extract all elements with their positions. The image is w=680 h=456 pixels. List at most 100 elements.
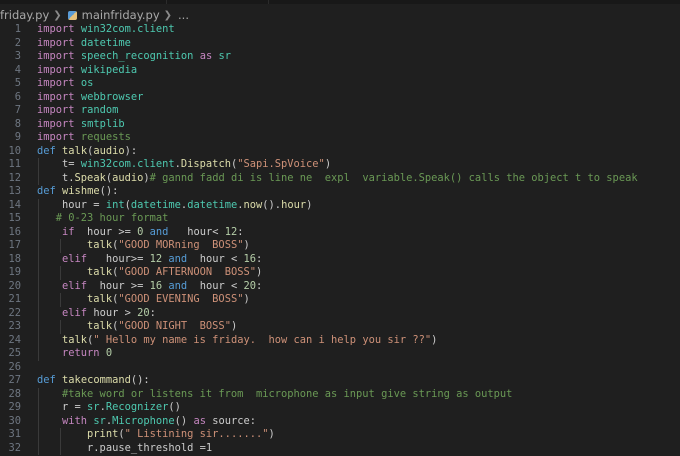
code-token: datetime — [187, 198, 238, 211]
code-line[interactable]: 10 def talk(audio): — [0, 145, 680, 159]
code-token: datetime — [80, 36, 131, 49]
code-line[interactable]: 23 talk("GOOD NIGHT BOSS") — [0, 320, 680, 334]
code-line[interactable]: 13 def wishme(): — [0, 185, 680, 199]
code-editor[interactable]: 1 import win32com.client 2 import datetime 3… — [0, 22, 680, 456]
code-token: (): — [130, 374, 150, 386]
line-number: 8 — [14, 117, 21, 130]
chevron-right-icon: ❯ — [163, 9, 173, 21]
code-token: talk — [62, 333, 88, 346]
breadcrumb-symbol[interactable]: ... — [178, 8, 189, 22]
code-token: import — [37, 117, 75, 130]
code-token: ) — [431, 333, 438, 346]
code-text: talk("GOOD EVENING BOSS") — [37, 293, 250, 307]
code-token: 16 — [149, 279, 163, 292]
code-token: 20 — [137, 306, 150, 319]
code-line[interactable]: 32 r.pause_threshold =1 — [0, 442, 680, 456]
line-number: 5 — [14, 77, 21, 89]
code-token: random — [80, 104, 119, 116]
breadcrumb-file[interactable]: mainfriday.py — [82, 8, 160, 22]
code-text: def wishme(): — [37, 185, 118, 199]
code-line[interactable]: 1 import win32com.client — [0, 23, 680, 37]
code-token: 12 — [224, 225, 238, 238]
code-line[interactable]: 31 print(" Listining sir.......") — [0, 428, 680, 442]
line-number: 26 — [8, 360, 21, 373]
code-token: # 0-23 hour format — [37, 212, 169, 224]
code-line[interactable]: 5 import os — [0, 77, 680, 91]
code-line[interactable]: 2 import datetime — [0, 37, 680, 51]
line-number: 16 — [8, 225, 21, 238]
code-text: import datetime — [37, 37, 131, 51]
line-number: 31 — [8, 428, 21, 440]
code-token: return — [62, 347, 100, 359]
code-text: import random — [37, 104, 118, 118]
code-token: requests — [80, 131, 131, 143]
code-line[interactable]: 18 elif hour>= 12 and hour < 16: — [0, 253, 680, 267]
code-token: source: — [205, 414, 257, 427]
line-number: 13 — [8, 185, 21, 197]
code-line[interactable]: 22 elif hour > 20: — [0, 307, 680, 321]
code-text: return 0 — [37, 347, 112, 361]
code-line[interactable]: 21 talk("GOOD EVENING BOSS") — [0, 293, 680, 307]
code-line[interactable]: 9 import requests — [0, 131, 680, 145]
code-line[interactable]: 26 — [0, 361, 680, 375]
code-token: : — [237, 225, 244, 238]
code-token: wikipedia — [80, 63, 138, 76]
code-line[interactable]: 25 return 0 — [0, 347, 680, 361]
indent-guide — [60, 293, 61, 307]
code-token: ) — [243, 239, 250, 251]
code-line[interactable]: 7 import random — [0, 104, 680, 118]
code-line[interactable]: 14 hour = int(datetime.datetime.now().ho… — [0, 199, 680, 213]
code-token: "GOOD NIGHT BOSS" — [118, 320, 231, 332]
indent-guide — [38, 198, 39, 361]
code-text: # 0-23 hour format — [37, 212, 169, 226]
code-text: import webbrowser — [37, 91, 143, 105]
breadcrumb-folder[interactable]: friday.py — [0, 8, 49, 22]
line-number: 29 — [8, 401, 21, 413]
code-line[interactable]: 12 t.Speak(audio)# gannd fadd di is line… — [0, 172, 680, 186]
code-line[interactable]: 4 import wikipedia — [0, 64, 680, 78]
code-line[interactable]: 24 talk(" Hello my name is friday. how c… — [0, 334, 680, 348]
code-text: talk(" Hello my name is friday. how can … — [37, 334, 437, 348]
code-line[interactable]: 30 with sr.Microphone() as source: — [0, 415, 680, 429]
code-token: audio — [112, 171, 144, 184]
line-number: 6 — [14, 90, 21, 103]
line-number: 19 — [8, 266, 21, 278]
code-token: hour< — [168, 225, 225, 238]
line-number: 10 — [8, 144, 21, 157]
code-line[interactable]: 27 def takecommand(): — [0, 374, 680, 388]
code-line[interactable]: 29 r = sr.Recognizer() — [0, 401, 680, 415]
code-token: Microphone — [112, 414, 175, 427]
code-line[interactable]: 20 elif hour >= 16 and hour < 20: — [0, 280, 680, 294]
code-token: audio — [93, 144, 125, 157]
line-number: 17 — [8, 239, 21, 251]
code-token: sr — [93, 414, 106, 427]
code-token: talk — [62, 144, 88, 157]
code-line[interactable]: 6 import webbrowser — [0, 91, 680, 105]
line-number: 9 — [14, 131, 21, 143]
line-number: 1 — [14, 23, 21, 35]
code-token: 12 — [149, 252, 163, 265]
code-line[interactable]: 3 import speech_recognition as sr — [0, 50, 680, 64]
code-line[interactable]: 8 import smtplib — [0, 118, 680, 132]
code-line[interactable]: 11 t= win32com.client.Dispatch("Sapi.SpV… — [0, 158, 680, 172]
code-token: elif — [62, 279, 88, 292]
code-token: " Listining sir......." — [124, 428, 269, 440]
code-token: and — [149, 225, 169, 238]
code-token: import — [37, 36, 75, 49]
line-number: 14 — [8, 198, 21, 211]
code-line[interactable]: 16 if hour >= 0 and hour< 12: — [0, 226, 680, 240]
code-line[interactable]: 19 talk("GOOD AFTERNOON BOSS") — [0, 266, 680, 280]
code-token: : — [256, 279, 263, 292]
code-text: hour = int(datetime.datetime.now().hour) — [37, 199, 312, 213]
code-line[interactable]: 17 talk("GOOD MORning BOSS") — [0, 239, 680, 253]
python-file-icon — [67, 10, 77, 20]
code-line[interactable]: 15 # 0-23 hour format — [0, 212, 680, 226]
code-token: Dispatch — [180, 158, 231, 170]
code-line[interactable]: 28 #take word or listens it from microph… — [0, 388, 680, 402]
